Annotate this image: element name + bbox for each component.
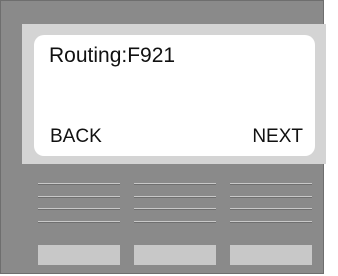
grille-line — [38, 221, 120, 223]
keypad-column-middle — [134, 177, 216, 265]
grille-line — [230, 183, 312, 185]
grille-line — [134, 208, 216, 210]
phone-device: Routing:F921 BACK NEXT — [0, 0, 326, 274]
keypad-column-right — [230, 177, 312, 265]
softkey-button-left[interactable] — [38, 245, 120, 265]
grille-line — [38, 208, 120, 210]
softkey-button-right[interactable] — [230, 245, 312, 265]
grille-line — [134, 221, 216, 223]
grille-line — [134, 196, 216, 198]
grille-line — [230, 221, 312, 223]
grille-line — [230, 208, 312, 210]
softkey-label-next[interactable]: NEXT — [252, 126, 303, 148]
softkey-button-middle[interactable] — [134, 245, 216, 265]
grille-line — [38, 183, 120, 185]
keypad-column-left — [38, 177, 120, 265]
grille-line — [230, 196, 312, 198]
grille-line — [38, 196, 120, 198]
grille-line — [134, 183, 216, 185]
display-line-1: Routing:F921 — [49, 44, 176, 67]
softkey-label-back[interactable]: BACK — [50, 126, 102, 148]
lcd-screen: Routing:F921 BACK NEXT — [34, 35, 315, 156]
